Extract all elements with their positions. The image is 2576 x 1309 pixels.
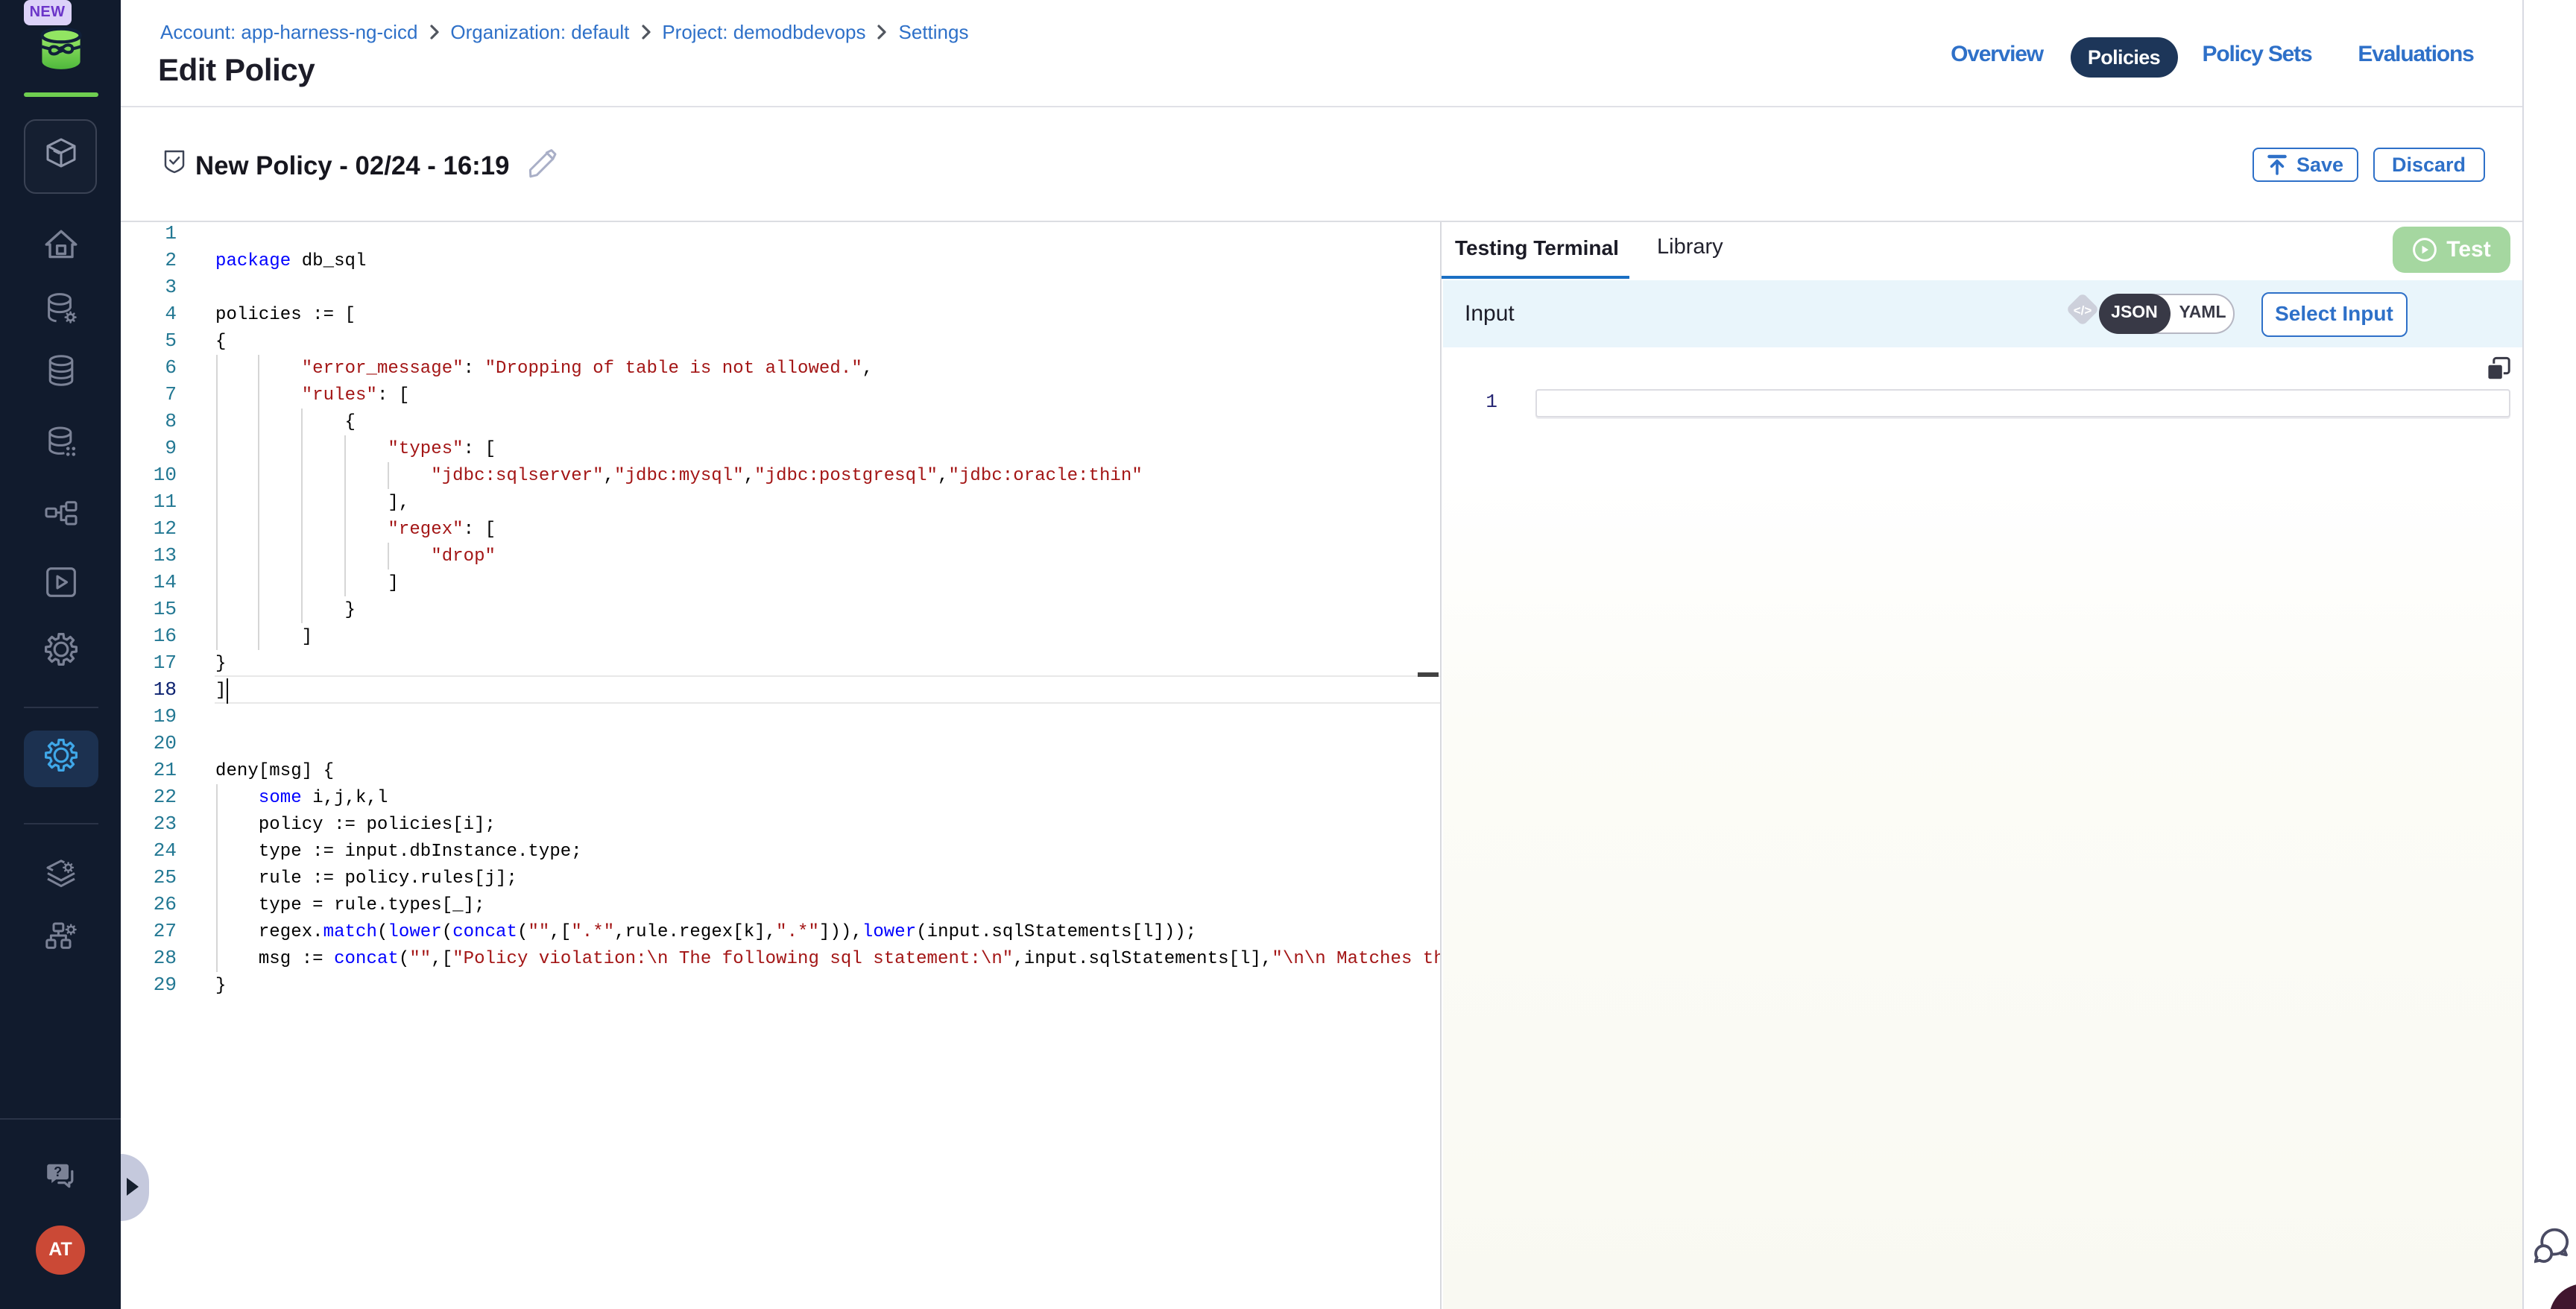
svg-text:</>: </> bbox=[2073, 303, 2092, 318]
svg-text:?: ? bbox=[53, 1164, 61, 1179]
